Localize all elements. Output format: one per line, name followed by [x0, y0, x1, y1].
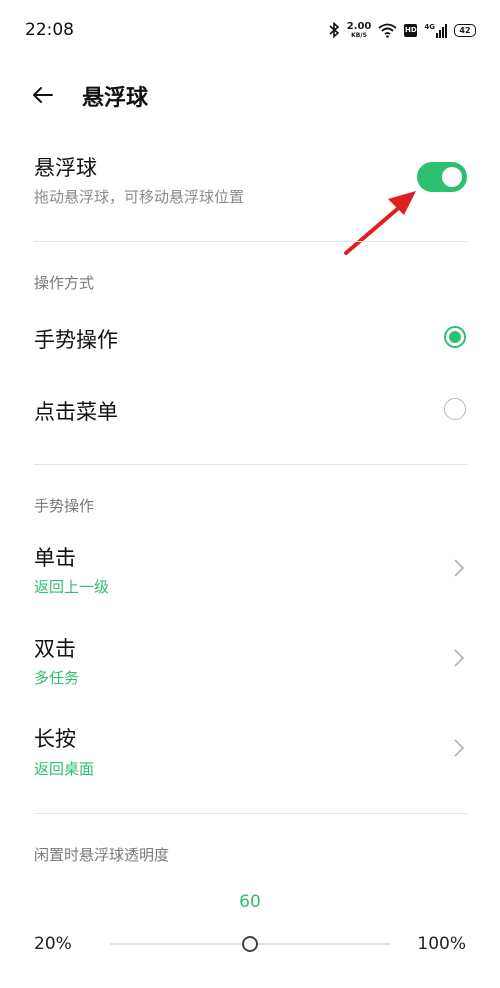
annotation-arrow-icon — [344, 191, 416, 255]
gesture-label: 长按 — [34, 727, 76, 751]
slider-min-label: 20% — [34, 934, 72, 954]
status-time: 22:08 — [25, 20, 74, 40]
floating-ball-title: 悬浮球 — [34, 156, 97, 180]
gesture-value: 返回上一级 — [34, 578, 110, 596]
status-icons: 2.00 KB/S HD 4G 42 — [329, 19, 476, 41]
hd-icon: HD — [404, 23, 418, 37]
net-speed: 2.00 KB/S — [346, 20, 372, 39]
gesture-label: 单击 — [34, 546, 76, 570]
wifi-icon — [378, 23, 397, 38]
bluetooth-icon — [329, 22, 339, 38]
option-label: 手势操作 — [34, 328, 118, 352]
page-title: 悬浮球 — [82, 86, 149, 111]
chevron-right-icon — [454, 649, 465, 667]
radio-gesture[interactable] — [444, 326, 466, 348]
chevron-right-icon — [454, 559, 465, 577]
opacity-section-label: 闲置时悬浮球透明度 — [34, 846, 170, 864]
arrow-left-icon[interactable] — [30, 82, 56, 108]
opacity-slider-thumb[interactable] — [242, 936, 258, 952]
divider — [34, 813, 467, 814]
battery-icon: 42 — [454, 23, 476, 37]
status-bar: 22:08 2.00 KB/S HD 4G 42 — [0, 0, 500, 60]
gestures-section-label: 手势操作 — [34, 497, 95, 515]
gesture-value: 返回桌面 — [34, 760, 95, 778]
signal-icon: 4G — [424, 23, 447, 38]
app-header: 悬浮球 — [0, 70, 500, 120]
slider-value: 60 — [239, 892, 261, 912]
gesture-label: 双击 — [34, 637, 76, 661]
divider — [34, 464, 467, 465]
divider — [34, 241, 467, 242]
toggle-knob — [442, 167, 462, 187]
floating-ball-subtitle: 拖动悬浮球，可移动悬浮球位置 — [34, 188, 245, 206]
radio-tap-menu[interactable] — [444, 398, 466, 420]
option-label: 点击菜单 — [34, 400, 118, 424]
gesture-value: 多任务 — [34, 669, 80, 687]
operation-mode-label: 操作方式 — [34, 274, 95, 292]
slider-max-label: 100% — [417, 934, 466, 954]
chevron-right-icon — [454, 739, 465, 757]
